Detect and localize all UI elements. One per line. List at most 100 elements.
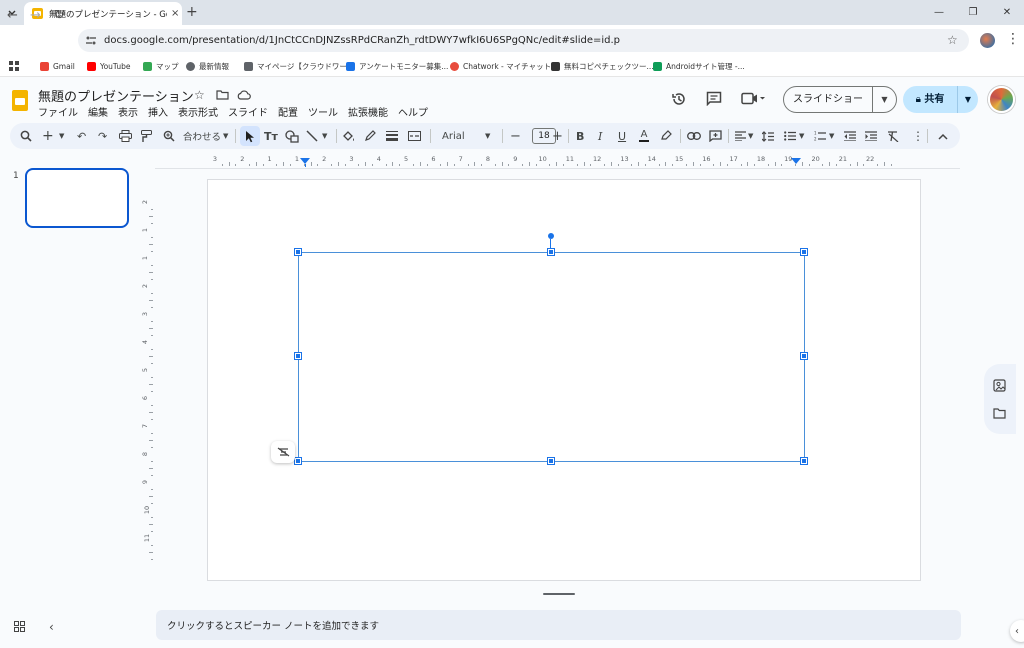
font-dropdown-icon[interactable]: ▼ [485, 123, 490, 149]
browser-tab[interactable]: 無題のプレゼンテーション - Google × [24, 2, 182, 25]
numbered-list-icon[interactable]: 12 [814, 123, 826, 149]
line-dropdown-icon[interactable]: ▼ [322, 123, 327, 149]
bookmark-crowdworks[interactable]: マイページ【クラウドワー... [244, 56, 354, 76]
zoom-select[interactable]: 合わせる ▼ [183, 123, 228, 149]
star-icon[interactable]: ☆ [194, 88, 205, 102]
line-spacing-icon[interactable] [762, 123, 774, 149]
bulleted-list-icon[interactable] [784, 123, 796, 149]
resize-handle-bottom-right[interactable] [800, 457, 808, 465]
align-dropdown-icon[interactable]: ▼ [748, 123, 753, 149]
bookmark-maps[interactable]: マップ [143, 56, 179, 76]
drive-folder-icon[interactable] [993, 408, 1006, 419]
share-button[interactable]: 🔒︎ 共有 ▼ [903, 86, 978, 113]
version-history-icon[interactable] [671, 91, 687, 107]
decrease-font-size-button[interactable]: − [510, 123, 521, 149]
fill-color-icon[interactable] [342, 123, 356, 149]
close-window-button[interactable]: ✕ [990, 0, 1024, 25]
redo-icon[interactable]: ↷ [98, 123, 107, 149]
menu-file[interactable]: ファイル [38, 104, 78, 119]
insert-link-icon[interactable] [687, 123, 701, 149]
menu-slide[interactable]: スライド [228, 104, 268, 119]
presentation-title[interactable]: 無題のプレゼンテーション [38, 86, 194, 105]
minimize-button[interactable]: — [922, 0, 956, 25]
move-folder-icon[interactable] [216, 90, 229, 100]
highlight-color-icon[interactable] [661, 123, 672, 149]
resize-handle-top-right[interactable] [800, 248, 808, 256]
decrease-indent-icon[interactable] [844, 123, 856, 149]
account-avatar[interactable] [988, 86, 1015, 113]
browser-profile-avatar[interactable] [980, 33, 995, 48]
menu-format[interactable]: 表示形式 [178, 104, 218, 119]
resize-handle-top-left[interactable] [294, 248, 302, 256]
increase-font-size-button[interactable]: + [552, 123, 563, 149]
text-color-icon[interactable]: A [639, 123, 649, 149]
zoom-icon[interactable] [163, 123, 175, 149]
select-tool-icon[interactable] [240, 126, 260, 146]
back-button[interactable]: ← [7, 8, 18, 23]
border-color-icon[interactable] [364, 123, 376, 149]
forward-button[interactable]: → [30, 8, 41, 23]
print-icon[interactable] [119, 123, 132, 149]
menu-edit[interactable]: 編集 [88, 104, 108, 119]
comments-icon[interactable] [706, 91, 722, 106]
insert-comment-icon[interactable] [709, 123, 722, 149]
slideshow-button[interactable]: スライドショー ▼ [783, 86, 897, 113]
underline-icon[interactable]: U [618, 123, 626, 149]
address-bar[interactable]: docs.google.com/presentation/d/1JnCtCCnD… [78, 29, 969, 52]
notes-resize-handle[interactable] [543, 593, 575, 595]
new-slide-icon[interactable]: + [42, 123, 54, 149]
italic-icon[interactable]: I [598, 123, 602, 149]
more-options-icon[interactable]: ⋮ [912, 123, 924, 149]
clear-formatting-icon[interactable] [887, 123, 899, 149]
vertical-ruler[interactable]: 2 1 1 2 3 4 5 6 7 8 9 10 11 [141, 176, 155, 586]
menu-arrange[interactable]: 配置 [278, 104, 298, 119]
numbered-dropdown-icon[interactable]: ▼ [829, 123, 834, 149]
selected-text-box[interactable] [298, 252, 805, 462]
bold-icon[interactable]: B [576, 123, 584, 149]
grid-view-icon[interactable] [14, 621, 25, 632]
horizontal-ruler[interactable]: 3 2 1 1 2 3 4 5 6 7 8 9 10 11 12 13 14 15 16 17 18 19 20 21 22 [207, 154, 922, 168]
reload-button[interactable]: ↻ [54, 8, 65, 23]
resize-handle-bottom[interactable] [547, 457, 555, 465]
line-tool-icon[interactable] [306, 123, 318, 149]
bookmark-survey[interactable]: アンケートモニター募集... [346, 56, 448, 76]
slideshow-dropdown-icon[interactable]: ▼ [873, 95, 896, 104]
collapse-menus-icon[interactable] [938, 123, 948, 149]
menu-extensions[interactable]: 拡張機能 [348, 104, 388, 119]
bookmark-copycheck[interactable]: 無料コピペチェックツー... [551, 56, 654, 76]
slide-thumbnail[interactable] [25, 168, 129, 228]
resize-handle-bottom-left[interactable] [294, 457, 302, 465]
bookmark-youtube[interactable]: YouTube [87, 56, 131, 76]
border-weight-icon[interactable] [386, 123, 398, 149]
tab-close-icon[interactable]: × [171, 8, 179, 19]
text-box-icon[interactable]: Tт [264, 123, 278, 149]
bookmark-chatwork[interactable]: Chatwork - マイチャット [450, 56, 551, 76]
bookmark-android[interactable]: Androidサイト管理 -... [653, 56, 745, 76]
menu-help[interactable]: ヘルプ [398, 104, 428, 119]
apps-grid-icon[interactable] [9, 61, 20, 72]
slides-logo-icon[interactable] [12, 90, 28, 111]
paint-format-icon[interactable] [141, 123, 152, 149]
border-dash-icon[interactable] [408, 123, 421, 149]
cloud-status-icon[interactable] [237, 90, 251, 100]
menu-view[interactable]: 表示 [118, 104, 138, 119]
menu-tools[interactable]: ツール [308, 104, 338, 119]
rotation-handle[interactable] [548, 233, 554, 239]
hide-filmstrip-icon[interactable]: ‹ [49, 620, 54, 634]
image-shape-icon[interactable] [285, 123, 299, 149]
increase-indent-icon[interactable] [865, 123, 877, 149]
show-side-panel-icon[interactable]: ‹ [1010, 620, 1024, 642]
resize-handle-top[interactable] [547, 248, 555, 256]
ruler-right-indent-marker[interactable] [791, 158, 801, 164]
meet-video-icon[interactable] [741, 92, 765, 105]
bookmark-gmail[interactable]: Gmail [40, 56, 75, 76]
share-dropdown-icon[interactable]: ▼ [958, 95, 978, 104]
bullet-dropdown-icon[interactable]: ▼ [799, 123, 804, 149]
browser-menu-icon[interactable]: ⋮ [1006, 31, 1020, 47]
search-menus-icon[interactable] [20, 123, 32, 149]
menu-insert[interactable]: 挿入 [148, 104, 168, 119]
speaker-notes[interactable]: クリックするとスピーカー ノートを追加できます [156, 610, 961, 640]
new-slide-layout-dropdown-icon[interactable]: ▼ [59, 123, 64, 149]
new-tab-button[interactable]: + [186, 4, 198, 20]
undo-icon[interactable]: ↶ [77, 123, 86, 149]
